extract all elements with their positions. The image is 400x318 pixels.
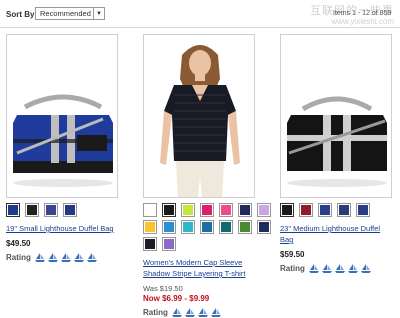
was-price: Was $19.50 [143, 284, 183, 293]
color-swatch[interactable] [143, 203, 157, 217]
color-swatch[interactable] [356, 203, 370, 217]
product-price: $59.50 [280, 250, 305, 259]
rating-label: Rating [280, 264, 305, 273]
sailboat-rating-icon [197, 308, 208, 317]
sailboat-rating-icon [60, 253, 71, 262]
items-count: Items 1 - 12 of 859 [333, 10, 392, 17]
product-price: $49.50 [6, 239, 31, 248]
sort-selected-value: Recommended [40, 9, 91, 18]
color-swatch[interactable] [162, 220, 176, 234]
product-name-link[interactable]: 23" Medium Lighthouse Duffel Bag [280, 223, 392, 245]
sailboat-rating-icon [347, 264, 358, 273]
watermark-url: www.yixieshi.com [331, 17, 394, 26]
color-swatch[interactable] [181, 220, 195, 234]
color-swatches [280, 203, 392, 217]
sale-price: Now $6.99 - $9.99 [143, 294, 210, 303]
sailboat-rating-icon [184, 308, 195, 317]
color-swatch[interactable] [143, 237, 157, 251]
product-card: 19" Small Lighthouse Duffel Bag $49.50 R… [6, 34, 118, 262]
product-name-link[interactable]: 19" Small Lighthouse Duffel Bag [6, 223, 118, 234]
color-swatch[interactable] [318, 203, 332, 217]
color-swatch[interactable] [25, 203, 39, 217]
rating: Rating [280, 264, 392, 273]
product-image[interactable] [6, 34, 118, 198]
toolbar: Sort By: Recommended ▼ 互联网的一些事 www.yixie… [0, 0, 400, 28]
sailboat-rating-icon [321, 264, 332, 273]
color-swatch[interactable] [143, 220, 157, 234]
color-swatch[interactable] [181, 203, 195, 217]
color-swatch[interactable] [6, 203, 20, 217]
sailboat-rating-icon [334, 264, 345, 273]
sailboat-rating-icon [210, 308, 221, 317]
product-image[interactable] [280, 34, 392, 198]
sailboat-rating-icon [34, 253, 45, 262]
sailboat-rating-icon [360, 264, 371, 273]
color-swatch[interactable] [219, 220, 233, 234]
color-swatch[interactable] [238, 203, 252, 217]
sailboat-rating-icon [171, 308, 182, 317]
rating: Rating [143, 308, 255, 317]
product-card: 23" Medium Lighthouse Duffel Bag $59.50 … [280, 34, 392, 273]
color-swatches [6, 203, 118, 217]
product-card: Women's Modern Cap Sleeve Shadow Stripe … [143, 34, 271, 317]
sort-dropdown[interactable]: Recommended ▼ [35, 7, 105, 20]
product-image[interactable] [143, 34, 255, 198]
color-swatch[interactable] [63, 203, 77, 217]
color-swatch[interactable] [162, 203, 176, 217]
color-swatch[interactable] [162, 237, 176, 251]
rating-label: Rating [143, 308, 168, 317]
color-swatch[interactable] [219, 203, 233, 217]
product-name-link[interactable]: Women's Modern Cap Sleeve Shadow Stripe … [143, 257, 255, 279]
rating: Rating [6, 253, 118, 262]
sailboat-rating-icon [308, 264, 319, 273]
sailboat-rating-icon [73, 253, 84, 262]
color-swatch[interactable] [280, 203, 294, 217]
color-swatch[interactable] [238, 220, 252, 234]
color-swatch[interactable] [44, 203, 58, 217]
color-swatch[interactable] [257, 203, 271, 217]
color-swatch[interactable] [200, 220, 214, 234]
sailboat-rating-icon [86, 253, 97, 262]
sailboat-rating-icon [47, 253, 58, 262]
color-swatches [143, 203, 271, 251]
color-swatch[interactable] [257, 220, 271, 234]
color-swatch[interactable] [337, 203, 351, 217]
chevron-down-icon[interactable]: ▼ [93, 8, 104, 19]
color-swatch[interactable] [200, 203, 214, 217]
color-swatch[interactable] [299, 203, 313, 217]
rating-label: Rating [6, 253, 31, 262]
sort-label: Sort By: [6, 10, 38, 19]
